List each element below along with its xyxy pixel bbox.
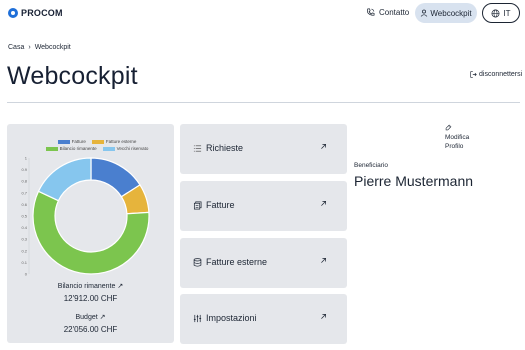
breadcrumb: Casa › Webcockpit <box>8 44 71 51</box>
slice-vecchi-riservato[interactable] <box>37 157 92 202</box>
action-label: Richieste <box>206 143 244 153</box>
legend-label: Vecchi riservato <box>116 146 149 151</box>
legend-label: Bilancio rimanente <box>59 146 97 151</box>
remaining-balance-label: Bilancio rimanente <box>57 283 116 290</box>
y-axis: 0 0.1 0.2 0.3 0.4 0.5 0.6 0.7 0.8 0.9 1 <box>21 156 30 277</box>
logout-link[interactable]: disconnettersi <box>470 71 522 78</box>
invoice-icon <box>193 201 202 210</box>
external-link-icon: ↗ <box>117 283 124 290</box>
legend-swatch <box>91 139 104 144</box>
page-title: Webcockpit <box>7 62 138 90</box>
legend-swatch <box>102 146 115 151</box>
external-link-icon: ↗ <box>99 314 106 321</box>
legend-item-fatture-esterne[interactable]: Fatture esterne <box>91 139 137 144</box>
arrow-up-right-icon <box>321 258 326 263</box>
logout-label: disconnettersi <box>479 71 523 78</box>
budget-value: 22'056.00 CHF <box>63 325 118 334</box>
action-card-fatture-esterne[interactable]: Fatture esterne <box>180 238 347 288</box>
beneficiary-name: Pierre Mustermann <box>354 173 474 189</box>
remaining-balance-value: 12'912.00 CHF <box>63 294 118 303</box>
breadcrumb-separator: › <box>28 44 31 51</box>
legend-item-fatture[interactable]: Fatture <box>57 139 86 144</box>
language-selector[interactable]: IT <box>482 3 520 23</box>
user-icon <box>421 9 428 17</box>
database-icon <box>193 258 202 267</box>
action-card-fatture[interactable]: Fatture <box>180 181 347 231</box>
webcockpit-nav-button[interactable]: Webcockpit <box>415 3 477 23</box>
action-label: Impostazioni <box>206 313 257 323</box>
y-tick-label: 0.2 <box>21 248 27 253</box>
y-tick-label: 0.7 <box>21 190 27 195</box>
budget-chart-card: Fatture Fatture esterne Bilancio rimanen… <box>7 124 174 343</box>
contact-link[interactable]: Contatto <box>366 8 409 17</box>
y-tick-label: 0.4 <box>21 225 27 230</box>
top-navbar: PROCOM Contatto Webcockpit IT <box>0 0 525 30</box>
language-label: IT <box>503 8 511 18</box>
phone-icon <box>367 8 375 16</box>
webcockpit-nav-label: Webcockpit <box>430 8 472 18</box>
header-divider <box>7 102 520 103</box>
logo-mark-icon <box>8 8 18 18</box>
budget-label: Budget <box>75 314 98 321</box>
breadcrumb-home[interactable]: Casa <box>8 44 24 51</box>
legend-item-vecchi-riservato[interactable]: Vecchi riservato <box>102 146 149 151</box>
action-card-richieste[interactable]: Richieste <box>180 124 347 174</box>
y-tick-label: 0.8 <box>21 179 27 184</box>
beneficiary-label: Beneficiario <box>354 162 388 169</box>
action-card-impostazioni[interactable]: Impostazioni <box>180 294 347 344</box>
edit-profile-label-line2: Profilo <box>445 143 464 150</box>
contact-label: Contatto <box>379 8 410 17</box>
edit-profile-label-line1: Modifica <box>445 134 470 141</box>
list-icon <box>193 145 202 152</box>
y-tick-label: 0.6 <box>21 202 27 207</box>
y-tick-label: 0.1 <box>21 260 27 265</box>
y-tick-label: 0 <box>25 272 28 277</box>
edit-icon <box>445 124 452 131</box>
y-tick-label: 1 <box>25 156 28 161</box>
y-tick-label: 0.3 <box>21 237 27 242</box>
y-tick-label: 0.9 <box>21 167 27 172</box>
action-label: Fatture <box>206 200 235 210</box>
logo-text: PROCOM <box>21 8 63 18</box>
legend-swatch <box>45 146 58 151</box>
chart-legend: Fatture Fatture esterne Bilancio rimanen… <box>37 139 157 153</box>
edit-profile-link[interactable]: Modifica Profilo <box>445 124 469 151</box>
arrow-up-right-icon <box>321 314 326 319</box>
budget-donut-chart: 0 0.1 0.2 0.3 0.4 0.5 0.6 0.7 0.8 0.9 1 <box>21 156 150 277</box>
globe-icon <box>491 9 500 17</box>
legend-label: Fatture esterne <box>105 139 137 144</box>
breadcrumb-current: Webcockpit <box>34 44 71 51</box>
remaining-balance-link[interactable]: Bilancio rimanente ↗ <box>7 282 174 290</box>
action-label: Fatture esterne <box>206 257 268 267</box>
y-tick-label: 0.5 <box>21 214 27 219</box>
legend-swatch <box>57 139 70 144</box>
legend-label: Fatture <box>71 139 86 144</box>
arrow-up-right-icon <box>321 201 326 206</box>
donut-slices <box>32 157 150 275</box>
sliders-icon <box>193 314 202 323</box>
legend-item-bilancio-rimanente[interactable]: Bilancio rimanente <box>45 146 97 151</box>
budget-link[interactable]: Budget ↗ <box>7 313 174 321</box>
logout-icon <box>470 71 477 78</box>
arrow-up-right-icon <box>321 144 326 149</box>
procom-logo[interactable]: PROCOM <box>8 8 63 18</box>
